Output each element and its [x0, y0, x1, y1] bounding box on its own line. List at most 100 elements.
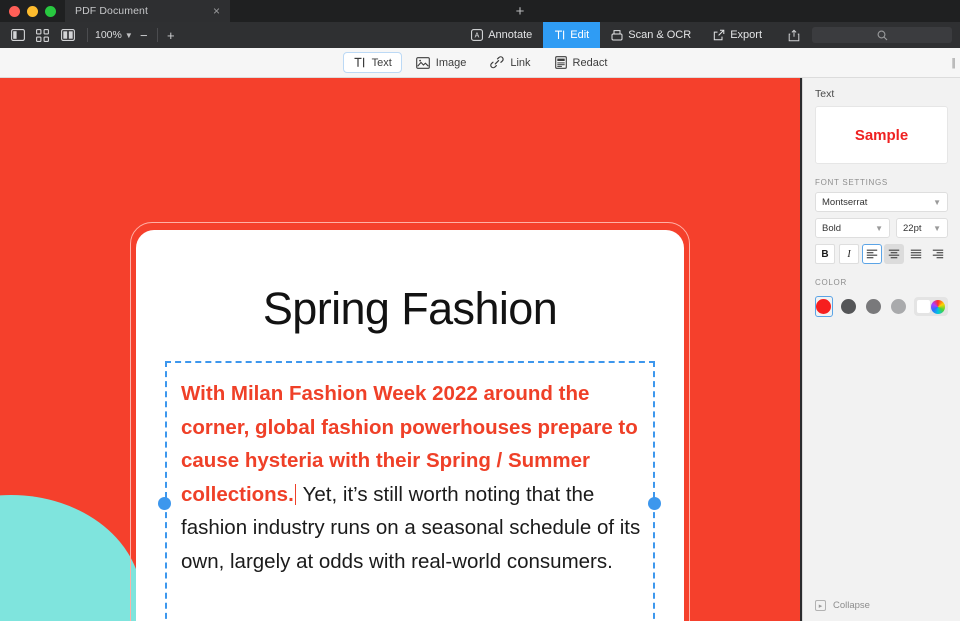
chevron-down-icon: ▼: [875, 223, 883, 233]
panel-resize-grip[interactable]: |||: [951, 57, 955, 69]
chevron-down-icon: ▼: [933, 197, 941, 207]
close-icon[interactable]: ×: [213, 5, 220, 17]
image-icon: [415, 56, 430, 69]
swatch-light-gray[interactable]: [889, 296, 907, 317]
tool-text[interactable]: Text: [342, 52, 402, 73]
zoom-in-button[interactable]: +: [160, 28, 182, 43]
svg-text:A: A: [475, 33, 480, 40]
mode-annotate[interactable]: A Annotate: [460, 22, 543, 48]
redact-icon: [554, 56, 567, 69]
toolbar-right-group: [773, 24, 960, 46]
text-edit-icon: [555, 30, 565, 40]
text-format-row: B I: [815, 244, 948, 264]
tool-image[interactable]: Image: [406, 53, 477, 73]
toolbar-mode-group: A Annotate Edit Scan & OCR Export: [182, 22, 773, 48]
page-layout-icon[interactable]: [55, 24, 80, 46]
color-wheel[interactable]: [913, 297, 948, 316]
collapse-panel-button[interactable]: ▸ Collapse: [815, 600, 870, 611]
current-color-preview: [917, 300, 931, 313]
body-paragraph-one[interactable]: With Milan Fashion Week 2022 around the …: [181, 377, 651, 578]
selection-handle-left[interactable]: [158, 497, 171, 510]
swatch-mid-gray-dot: [865, 299, 881, 314]
window-controls: [0, 0, 65, 22]
tool-link-label: Link: [510, 56, 531, 69]
export-icon: [714, 29, 725, 41]
properties-sidebar: Text Sample FONT SETTINGS Montserrat ▼ B…: [802, 78, 960, 621]
align-center-button[interactable]: [884, 244, 904, 264]
font-style-select[interactable]: Bold ▼: [815, 218, 890, 238]
mode-edit-label: Edit: [570, 29, 590, 41]
decorative-shape: [0, 495, 142, 621]
swatch-light-gray-dot: [890, 299, 906, 314]
toolbar-left-group: 100% ▼ − +: [0, 24, 182, 46]
font-preview-card: Sample: [815, 106, 948, 164]
swatch-dark-gray[interactable]: [840, 296, 858, 317]
align-right-button[interactable]: [928, 244, 948, 264]
mode-export-label: Export: [730, 29, 762, 41]
swatch-red-dot: [816, 299, 832, 314]
alignment-group: [862, 244, 948, 264]
zoom-divider: [156, 28, 158, 42]
zoom-out-button[interactable]: −: [133, 28, 155, 43]
chevron-down-icon: ▼: [933, 223, 941, 233]
collapse-label: Collapse: [833, 600, 870, 611]
mode-export[interactable]: Export: [702, 22, 773, 48]
main-toolbar: 100% ▼ − + A Annotate Edit Scan & OCR Ex…: [0, 22, 960, 48]
annotate-icon: A: [471, 29, 484, 41]
font-style-size-row: Bold ▼ 22pt ▼: [815, 218, 948, 238]
sidebar-toggle-icon[interactable]: [5, 24, 30, 46]
chevron-down-icon[interactable]: ▼: [125, 31, 133, 40]
mode-scan-label: Scan & OCR: [628, 29, 692, 41]
font-style-value: Bold: [822, 222, 842, 234]
color-swatch-row: [815, 296, 948, 317]
page-title: Spring Fashion: [262, 283, 558, 334]
color-wheel-icon: [930, 299, 945, 314]
scan-icon: [611, 30, 623, 41]
tool-link[interactable]: Link: [480, 52, 540, 73]
search-input[interactable]: [812, 27, 952, 43]
app-window: PDF Document × + 100% ▼ − + A Annotate E…: [0, 0, 960, 621]
font-preview-text: Sample: [854, 126, 909, 144]
tool-redact-label: Redact: [572, 56, 608, 69]
mode-scan-ocr[interactable]: Scan & OCR: [600, 22, 702, 48]
link-icon: [490, 56, 504, 69]
document-tab[interactable]: PDF Document ×: [65, 0, 230, 22]
new-tab-button[interactable]: +: [516, 4, 525, 19]
font-size-value: 22pt: [903, 222, 922, 234]
swatch-dark-gray-dot: [841, 299, 857, 314]
text-cursor-icon: [354, 57, 364, 68]
maximize-window-button[interactable]: [45, 5, 56, 17]
bold-button[interactable]: B: [815, 244, 835, 264]
mode-annotate-label: Annotate: [488, 29, 533, 41]
swatch-red[interactable]: [815, 296, 833, 317]
thumbnail-grid-icon[interactable]: [30, 24, 55, 46]
swatch-mid-gray[interactable]: [864, 296, 882, 317]
font-size-select[interactable]: 22pt ▼: [896, 218, 948, 238]
color-label: COLOR: [815, 278, 847, 287]
search-icon: [877, 30, 887, 40]
document-canvas[interactable]: Spring Fashion With Milan Fashion Week 2…: [0, 78, 800, 621]
selection-handle-right[interactable]: [648, 497, 661, 510]
font-family-value: Montserrat: [822, 196, 868, 208]
tool-redact[interactable]: Redact: [545, 52, 618, 73]
tool-text-label: Text: [371, 56, 392, 69]
align-justify-button[interactable]: [906, 244, 926, 264]
italic-button[interactable]: I: [839, 244, 859, 264]
title-bar: PDF Document × +: [0, 0, 960, 22]
mode-edit[interactable]: Edit: [543, 22, 601, 48]
document-page[interactable]: Spring Fashion With Milan Fashion Week 2…: [136, 230, 684, 621]
zoom-level-label[interactable]: 100%: [95, 29, 122, 41]
align-left-button[interactable]: [862, 244, 882, 264]
sidebar-title: Text: [815, 88, 835, 100]
minimize-window-button[interactable]: [27, 5, 38, 17]
edit-subtoolbar: Text Image Link Redact |||: [0, 48, 960, 78]
share-icon[interactable]: [781, 24, 806, 46]
tool-image-label: Image: [435, 56, 467, 69]
font-settings-label: FONT SETTINGS: [815, 178, 888, 187]
font-family-select[interactable]: Montserrat ▼: [815, 192, 948, 212]
close-window-button[interactable]: [9, 5, 20, 17]
document-tab-label: PDF Document: [75, 5, 148, 17]
collapse-icon: ▸: [815, 600, 826, 611]
toolbar-divider: [87, 28, 88, 42]
tab-bar-empty: +: [230, 0, 960, 22]
